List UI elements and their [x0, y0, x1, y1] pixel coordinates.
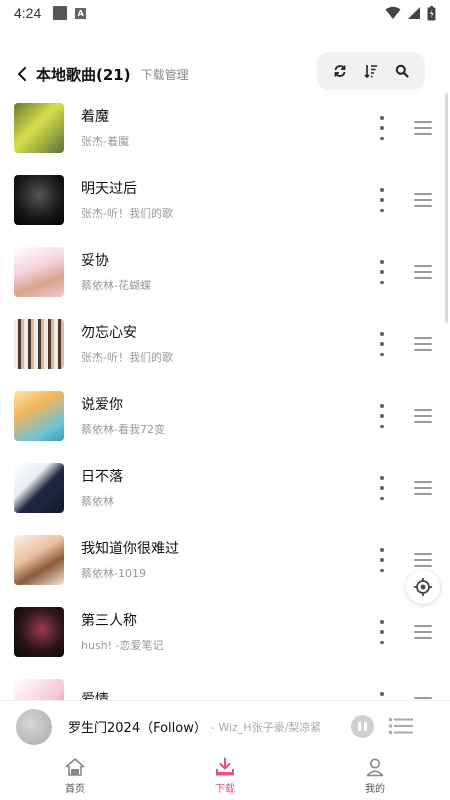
download-icon [216, 757, 234, 776]
refresh-button[interactable] [328, 59, 352, 83]
home-icon [65, 758, 85, 776]
status-indicators [385, 5, 436, 21]
song-title: 爱情 [81, 691, 109, 701]
song-artist: 蔡依林-看我72变 [81, 422, 165, 436]
page-title: 本地歌曲(21) [36, 65, 131, 84]
refresh-icon [334, 65, 346, 77]
battery-icon [427, 5, 436, 20]
wifi-icon [385, 6, 401, 19]
song-row[interactable]: 第三人称 hush! -恋爱笔记 [0, 596, 450, 668]
drag-handle-icon[interactable] [414, 265, 432, 279]
song-title: 日不落 [81, 468, 123, 485]
player-cover[interactable] [16, 708, 52, 745]
mini-player[interactable]: 罗生门2024（Follow） - Wiz_H张子豪/梨凉紧 [0, 700, 450, 752]
drag-handle-icon[interactable] [414, 337, 432, 351]
album-cover [14, 247, 64, 297]
bottom-nav: 首页 下载 我的 [0, 752, 450, 800]
drag-handle-icon[interactable] [414, 625, 432, 639]
album-cover [14, 463, 64, 513]
album-cover [14, 535, 64, 585]
nav-mine[interactable]: 我的 [300, 752, 450, 800]
nav-download-label: 下载 [215, 784, 235, 795]
playlist-icon[interactable] [389, 716, 413, 736]
crosshair-icon [414, 578, 432, 596]
album-cover [14, 391, 64, 441]
song-artist: 蔡依林-花蝴蝶 [81, 278, 151, 292]
drag-handle-icon[interactable] [414, 409, 432, 423]
scrollbar[interactable] [445, 93, 448, 323]
sort-icon [364, 65, 377, 78]
nav-home[interactable]: 首页 [0, 752, 150, 800]
album-cover [14, 319, 64, 369]
song-list[interactable]: 着魔 张杰-着魔 明天过后 张杰-听！我们的歌 妥协 蔡依林-花蝴蝶 勿忘心安 … [0, 92, 450, 700]
album-cover [14, 679, 64, 700]
chevron-left-icon [18, 67, 26, 81]
more-options-button[interactable] [376, 548, 388, 572]
song-row[interactable]: 妥协 蔡依林-花蝴蝶 [0, 236, 450, 308]
song-row[interactable]: 爱情 [0, 668, 450, 700]
song-row[interactable]: 着魔 张杰-着魔 [0, 92, 450, 164]
more-options-button[interactable] [376, 332, 388, 356]
pause-button[interactable] [351, 715, 374, 738]
user-icon [366, 758, 384, 777]
more-options-button[interactable] [376, 692, 388, 700]
song-artist: 蔡依林 [81, 494, 114, 508]
download-manage-link[interactable]: 下载管理 [141, 66, 189, 83]
drag-handle-icon[interactable] [414, 121, 432, 135]
song-title: 第三人称 [81, 612, 137, 629]
more-options-button[interactable] [376, 404, 388, 428]
song-title: 勿忘心安 [81, 324, 137, 341]
song-title: 明天过后 [81, 180, 137, 197]
song-artist: hush! -恋爱笔记 [81, 638, 164, 652]
notification-square-icon [53, 6, 68, 20]
locate-current-button[interactable] [406, 570, 440, 604]
song-artist: 张杰-听！我们的歌 [81, 206, 173, 220]
more-options-button[interactable] [376, 116, 388, 140]
more-options-button[interactable] [376, 260, 388, 284]
song-row[interactable]: 勿忘心安 张杰-听！我们的歌 [0, 308, 450, 380]
more-options-button[interactable] [376, 620, 388, 644]
drag-handle-icon[interactable] [414, 193, 432, 207]
sort-button[interactable] [359, 59, 383, 83]
song-title: 我知道你很难过 [81, 540, 179, 557]
album-cover [14, 607, 64, 657]
more-options-button[interactable] [376, 476, 388, 500]
song-artist: 张杰-着魔 [81, 134, 129, 148]
album-cover [14, 103, 64, 153]
header: 本地歌曲(21) 下载管理 [0, 52, 450, 96]
status-time: 4:24 [14, 5, 42, 21]
player-title: 罗生门2024（Follow） [68, 721, 207, 736]
song-artist: 张杰-听！我们的歌 [81, 350, 173, 364]
nav-home-label: 首页 [65, 784, 85, 795]
album-cover [14, 175, 64, 225]
nav-mine-label: 我的 [365, 784, 385, 795]
drag-handle-icon[interactable] [414, 481, 432, 495]
song-row[interactable]: 明天过后 张杰-听！我们的歌 [0, 164, 450, 236]
search-button[interactable] [390, 59, 414, 83]
back-button[interactable] [12, 64, 32, 84]
toolbar-pill [317, 52, 425, 90]
song-title: 着魔 [81, 108, 109, 125]
status-bar: 4:24 A [0, 0, 450, 26]
song-row[interactable]: 我知道你很难过 蔡依林-1019 [0, 524, 450, 596]
song-title: 说爱你 [81, 396, 123, 413]
signal-icon [408, 7, 420, 19]
more-options-button[interactable] [376, 188, 388, 212]
pause-icon [358, 722, 361, 731]
drag-handle-icon[interactable] [414, 553, 432, 567]
song-row[interactable]: 日不落 蔡依林 [0, 452, 450, 524]
song-row[interactable]: 说爱你 蔡依林-看我72变 [0, 380, 450, 452]
song-title: 妥协 [81, 252, 109, 269]
search-icon [395, 64, 409, 78]
player-artist: - Wiz_H张子豪/梨凉紧 [210, 720, 322, 734]
notification-a-icon: A [75, 7, 87, 19]
song-artist: 蔡依林-1019 [81, 566, 146, 580]
nav-download[interactable]: 下载 [150, 752, 300, 800]
